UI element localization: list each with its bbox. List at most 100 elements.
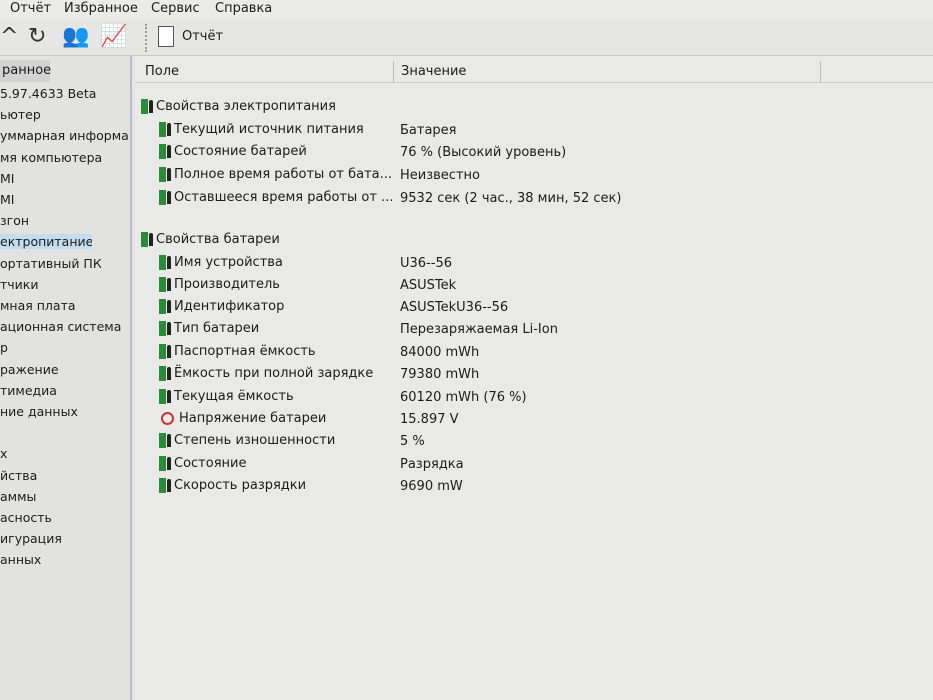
nav-item[interactable]: 5.97.4633 Beta <box>0 86 128 101</box>
nav-item[interactable]: MI <box>0 192 128 207</box>
group-title: Свойства электропитания <box>156 99 336 114</box>
property-row[interactable]: Напряжение батареи <box>159 411 326 426</box>
nav-item[interactable]: мя компьютера <box>0 150 128 165</box>
nav-item[interactable]: р <box>0 340 128 355</box>
battery-icon <box>159 344 166 359</box>
battery-icon <box>159 190 166 205</box>
property-value: 9690 mW <box>400 479 463 494</box>
details-panel: Поле Значение Свойства электропитания Тек… <box>135 56 933 700</box>
nav-item[interactable]: йства <box>0 468 128 483</box>
menu-bar: Отчёт Избранное Сервис Справка <box>0 0 933 20</box>
nav-item[interactable]: тчики <box>0 277 128 292</box>
nav-item[interactable]: ние данных <box>0 404 128 419</box>
nav-item[interactable]: аммы <box>0 489 128 504</box>
plug-icon <box>167 256 171 269</box>
toolbar-separator <box>145 24 147 52</box>
nav-item[interactable]: х <box>0 446 128 461</box>
menu-help[interactable]: Справка <box>215 1 272 16</box>
property-row[interactable]: Скорость разрядки <box>159 478 306 493</box>
property-field: Производитель <box>174 277 280 292</box>
property-row[interactable]: Производитель <box>159 277 280 292</box>
up-icon[interactable]: ^ <box>0 24 18 49</box>
property-value: 15.897 V <box>400 412 459 427</box>
plug-icon <box>167 390 171 403</box>
property-row[interactable]: Состояние батарей <box>159 144 307 159</box>
property-value: 76 % (Высокий уровень) <box>400 145 567 160</box>
plug-icon <box>167 434 171 447</box>
battery-icon <box>159 478 166 493</box>
nav-item[interactable]: игурация <box>0 531 128 546</box>
battery-icon <box>159 389 166 404</box>
nav-item[interactable]: мная плата <box>0 298 128 313</box>
voltage-icon <box>161 412 174 425</box>
nav-item[interactable]: ражение <box>0 362 128 377</box>
group-header[interactable]: Свойства батареи <box>141 232 280 247</box>
battery-icon <box>159 144 166 159</box>
battery-icon <box>159 167 166 182</box>
property-value: Разрядка <box>400 457 464 472</box>
toolbar: ^ ↻ 👥 📈 Отчёт <box>0 20 933 56</box>
plug-icon <box>167 145 171 158</box>
plug-icon <box>167 457 171 470</box>
column-divider[interactable] <box>393 61 394 83</box>
battery-icon <box>141 232 148 247</box>
property-field: Тип батареи <box>174 321 260 336</box>
property-row[interactable]: Идентификатор <box>159 299 284 314</box>
report-button[interactable]: Отчёт <box>158 26 223 47</box>
property-row[interactable]: Ёмкость при полной зарядке <box>159 366 373 381</box>
property-value: 84000 mWh <box>400 345 480 360</box>
nav-item[interactable]: асность <box>0 510 128 525</box>
column-field[interactable]: Поле <box>145 64 179 79</box>
battery-icon <box>159 255 166 270</box>
property-row[interactable]: Текущий источник питания <box>159 122 364 137</box>
property-value: 79380 mWh <box>400 367 480 382</box>
battery-icon <box>159 321 166 336</box>
nav-item[interactable]: ационная система <box>0 319 128 334</box>
plug-icon <box>167 168 171 181</box>
users-icon[interactable]: 👥 <box>62 24 89 49</box>
plug-icon <box>149 233 153 246</box>
plug-icon <box>167 367 171 380</box>
property-row[interactable]: Степень изношенности <box>159 433 335 448</box>
property-row[interactable]: Оставшееся время работы от ... <box>159 190 393 205</box>
menu-service[interactable]: Сервис <box>151 1 200 16</box>
property-value: Перезаряжаемая Li-Ion <box>400 322 558 337</box>
nav-item[interactable]: ьютер <box>0 107 128 122</box>
plug-icon <box>167 191 171 204</box>
property-row[interactable]: Имя устройства <box>159 255 283 270</box>
property-field: Полное время работы от бата... <box>174 167 393 182</box>
nav-item[interactable]: ортативный ПК <box>0 256 128 271</box>
refresh-icon[interactable]: ↻ <box>28 24 46 49</box>
property-value: ASUSTek <box>400 278 457 293</box>
property-value: Неизвестно <box>400 168 480 183</box>
property-row[interactable]: Состояние <box>159 456 246 471</box>
property-field: Напряжение батареи <box>179 411 327 426</box>
group-header[interactable]: Свойства электропитания <box>141 99 336 114</box>
plug-icon <box>167 479 171 492</box>
property-row[interactable]: Паспортная ёмкость <box>159 344 316 359</box>
nav-item[interactable]: MI <box>0 171 128 186</box>
column-value[interactable]: Значение <box>401 64 466 79</box>
property-row[interactable]: Полное время работы от бата... <box>159 167 392 182</box>
nav-item[interactable]: анных <box>0 552 128 567</box>
nav-item[interactable]: згон <box>0 213 128 228</box>
plug-icon <box>149 100 153 113</box>
battery-icon <box>159 456 166 471</box>
property-field: Скорость разрядки <box>174 478 307 493</box>
favorites-tab[interactable]: ранное <box>0 60 51 82</box>
menu-report[interactable]: Отчёт <box>10 1 51 16</box>
property-value: Батарея <box>400 123 457 138</box>
nav-item[interactable]: ектропитание <box>0 234 92 250</box>
property-row[interactable]: Тип батареи <box>159 321 259 336</box>
nav-item[interactable]: уммарная информа <box>0 128 128 143</box>
chart-icon[interactable]: 📈 <box>100 24 127 49</box>
battery-icon <box>159 277 166 292</box>
menu-favorites[interactable]: Избранное <box>64 1 138 16</box>
column-divider[interactable] <box>820 61 821 83</box>
property-field: Степень изношенности <box>174 433 336 448</box>
nav-item[interactable]: тимедиа <box>0 383 128 398</box>
battery-icon <box>159 122 166 137</box>
property-field: Ёмкость при полной зарядке <box>174 366 374 381</box>
property-value: 5 % <box>400 434 425 449</box>
property-row[interactable]: Текущая ёмкость <box>159 389 294 404</box>
